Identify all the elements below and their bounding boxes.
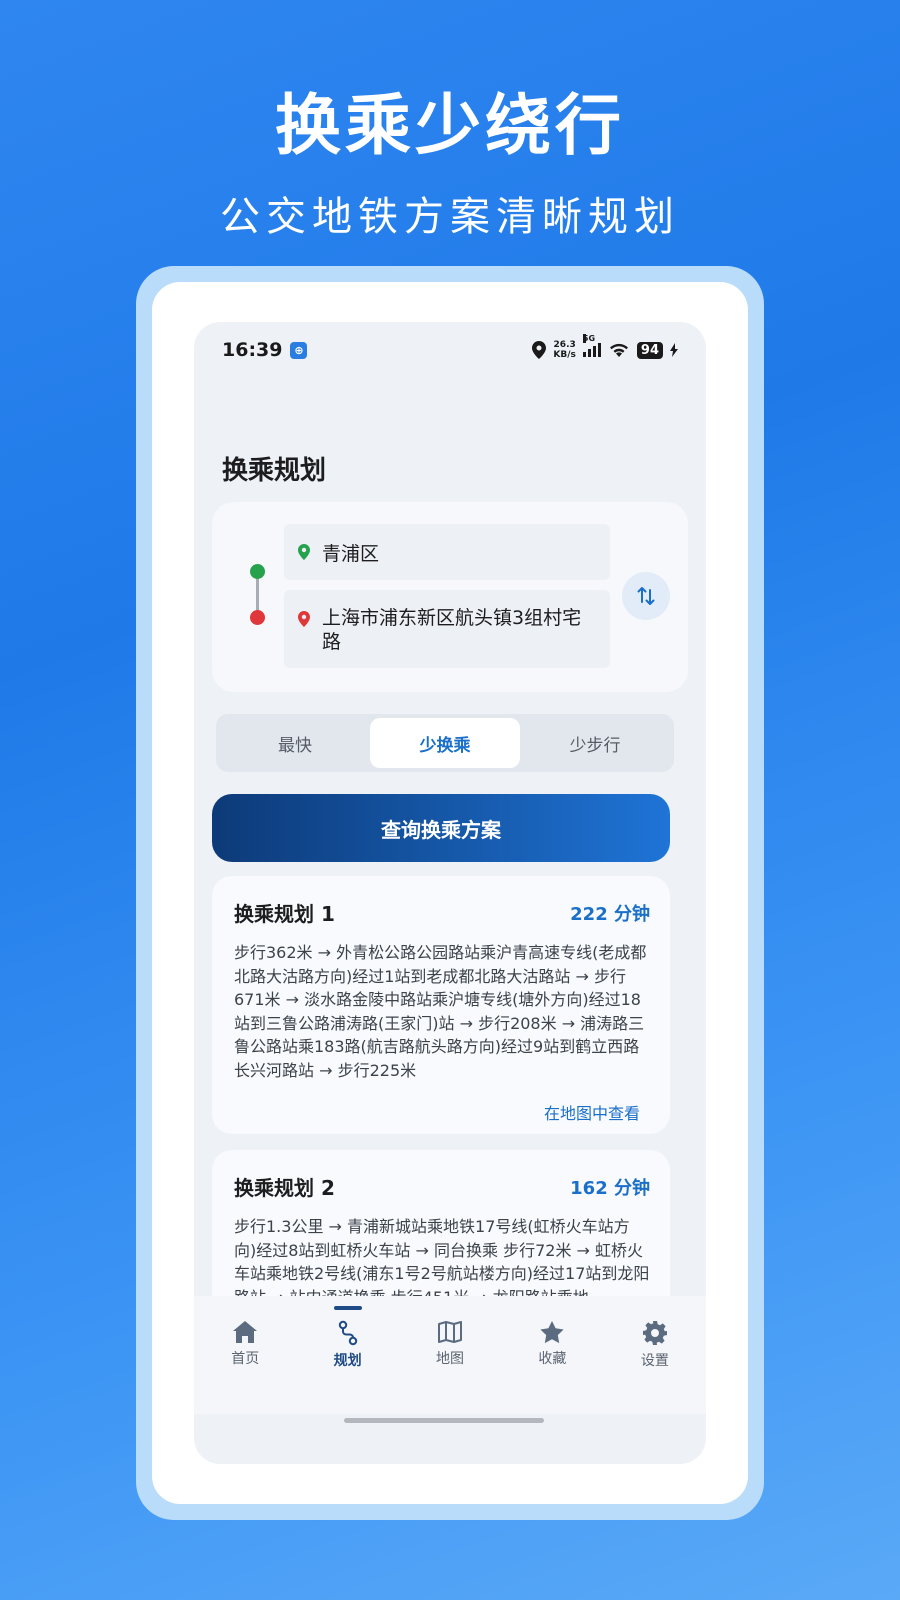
map-icon	[438, 1321, 463, 1343]
tab-map[interactable]: 地图	[399, 1320, 501, 1414]
tab-label: 首页	[231, 1351, 260, 1367]
status-indicators: 26.3 KB/s 5G 94	[532, 334, 678, 360]
route-input-card: 青浦区 上海市浦东新区航头镇3组村宅路	[212, 502, 688, 692]
network-type: 5G	[582, 334, 596, 343]
end-location-value: 上海市浦东新区航头镇3组村宅路	[322, 607, 582, 653]
active-tab-indicator	[333, 1306, 362, 1310]
tab-label: 设置	[640, 1353, 669, 1369]
page-title: 换乘规划	[222, 456, 327, 486]
tab-label: 收藏	[538, 1351, 567, 1367]
route-preference-tabs: 最快 少换乘 少步行	[216, 714, 674, 772]
tab-plan[interactable]: 规划	[296, 1306, 398, 1414]
plan-title: 换乘规划 1	[234, 902, 335, 926]
promo-subline: 公交地铁方案清晰规划	[220, 194, 680, 240]
plan-header: 换乘规划 2 162 分钟	[234, 1172, 650, 1201]
tab-less-walking[interactable]: 少步行	[520, 718, 670, 768]
status-time: 16:39	[222, 339, 283, 361]
tab-favorites[interactable]: 收藏	[501, 1320, 603, 1414]
tab-fastest[interactable]: 最快	[220, 718, 370, 768]
query-transfer-button[interactable]: 查询换乘方案	[212, 794, 670, 862]
tab-home[interactable]: 首页	[194, 1320, 296, 1414]
start-pin-icon	[298, 544, 310, 560]
gear-icon	[642, 1321, 667, 1345]
plan-description: 步行1.3公里 → 青浦新城站乘地铁17号线(虹桥火车站方向)经过8站到虹桥火车…	[234, 1217, 650, 1307]
start-dot	[250, 564, 265, 579]
tab-fewer-transfers[interactable]: 少换乘	[370, 718, 520, 768]
start-location-field[interactable]: 青浦区	[284, 524, 610, 580]
start-location-value: 青浦区	[322, 542, 380, 565]
star-icon	[540, 1321, 565, 1344]
plan-duration: 222 分钟	[570, 903, 650, 925]
cell-signal-icon: 5G	[582, 334, 601, 357]
bottom-tab-bar: 首页 规划 地图 收藏 设置	[194, 1296, 706, 1414]
promo-headline: 换乘少绕行	[275, 87, 625, 164]
swap-icon	[637, 587, 655, 605]
charging-icon	[670, 343, 678, 357]
plan-card-1: 换乘规划 1 222 分钟 步行362米 → 外青松公路公园路站乘沪青高速专线(…	[212, 876, 670, 1134]
view-on-map-link[interactable]: 在地图中查看	[234, 1100, 650, 1124]
tab-label: 地图	[436, 1351, 465, 1367]
end-dot	[250, 610, 265, 625]
phone-screen: 16:39 ⊕ 26.3 KB/s 5G 94 换乘规划 青浦区 上海市浦东新区…	[194, 322, 706, 1464]
net-speed: 26.3 KB/s	[553, 340, 575, 360]
plan-header: 换乘规划 1 222 分钟	[234, 898, 650, 927]
wifi-icon	[609, 343, 628, 357]
plan-description: 步行362米 → 外青松公路公园路站乘沪青高速专线(老成都北路大沽路方向)经过1…	[234, 943, 647, 1080]
app-notification-icon: ⊕	[290, 341, 308, 359]
home-gesture-bar[interactable]	[344, 1418, 544, 1423]
battery-level: 94	[636, 341, 663, 359]
status-bar: 16:39 ⊕ 26.3 KB/s 5G 94	[194, 322, 706, 378]
net-speed-value: 26.3	[553, 340, 576, 350]
location-icon	[532, 341, 547, 359]
end-pin-icon	[298, 611, 310, 627]
net-speed-unit: KB/s	[553, 350, 576, 360]
plan-title: 换乘规划 2	[234, 1176, 335, 1200]
plan-duration: 162 分钟	[570, 1177, 650, 1199]
tab-settings[interactable]: 设置	[604, 1320, 706, 1414]
route-icon	[338, 1320, 357, 1346]
end-location-field[interactable]: 上海市浦东新区航头镇3组村宅路	[284, 590, 610, 668]
tab-label: 规划	[333, 1353, 362, 1369]
swap-locations-button[interactable]	[622, 572, 670, 620]
home-icon	[233, 1321, 258, 1343]
